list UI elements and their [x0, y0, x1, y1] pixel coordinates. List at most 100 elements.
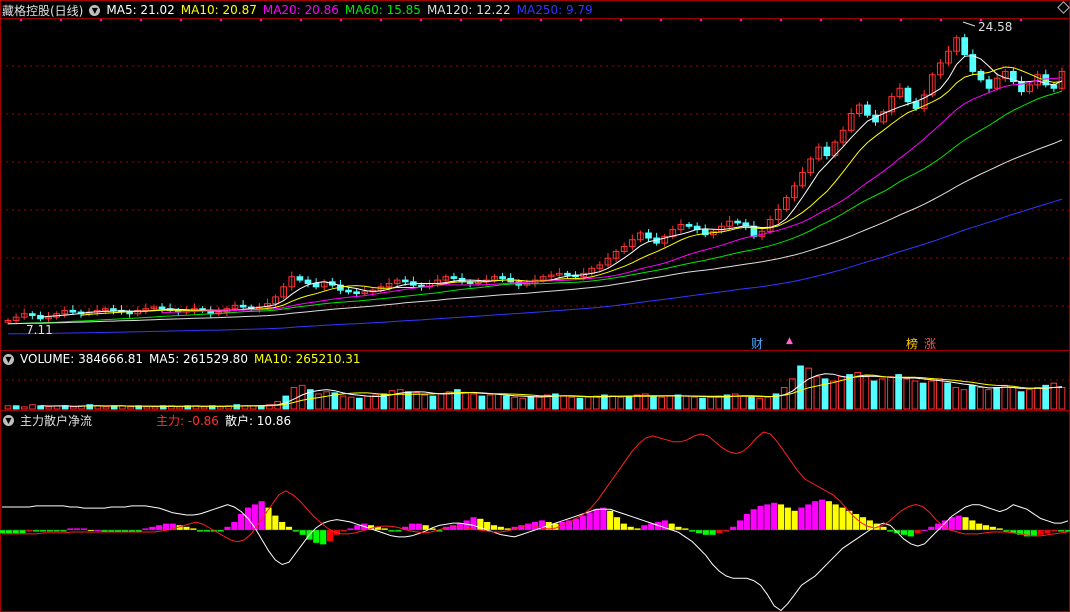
retail-label: 散户: 10.86: [224, 413, 292, 428]
volume-bar: [1025, 389, 1033, 410]
volume-bar: [944, 382, 951, 410]
volume-bar: [878, 378, 886, 410]
candle-body: [1018, 81, 1025, 93]
main-force-bar: [736, 520, 744, 530]
volume-bar: [217, 406, 224, 410]
main-force-bar: [989, 526, 996, 530]
price-header: 藏格控股(日线) ▼ MA5: 21.02 MA10: 20.87 MA20: 20…: [0, 2, 605, 18]
main-force-bar: [832, 504, 839, 530]
volume-bar: [470, 393, 478, 410]
volume-bar: [372, 394, 380, 410]
rank-marker[interactable]: 榜: [906, 335, 918, 352]
volume-bar: [829, 380, 837, 410]
volume-bar: [421, 394, 429, 410]
limit-up-marker[interactable]: 涨: [924, 335, 936, 352]
volume-bar: [1058, 387, 1066, 410]
calendar-dot: [580, 19, 582, 21]
volume-bar: [674, 394, 682, 410]
volume-bar: [1034, 387, 1041, 410]
up-marker[interactable]: ▲: [786, 336, 793, 346]
stock-chart[interactable]: [0, 0, 1070, 612]
volume-bar: [576, 397, 584, 410]
main-force-bar: [955, 515, 962, 530]
legend-label: VOLUME: 384666.81: [20, 352, 143, 366]
ma250-line: [7, 198, 1063, 335]
volume-bar: [1017, 391, 1025, 410]
main-force-bar: [716, 530, 723, 534]
volume-bar: [756, 397, 764, 410]
candle-body: [239, 304, 247, 308]
main-force-bar: [279, 522, 286, 530]
main-force-bar: [497, 526, 504, 530]
chevron-down-icon[interactable]: ▼: [89, 4, 101, 16]
finance-marker[interactable]: 财: [751, 335, 763, 352]
main-force-bar: [764, 504, 771, 530]
retail-flow-line: [2, 504, 1069, 612]
main-force-bar: [648, 523, 655, 530]
volume-bar: [486, 394, 494, 410]
volume-bar: [462, 392, 469, 410]
high-price-label: 24.58: [978, 20, 1013, 34]
main-force-bar: [238, 514, 245, 530]
legend-label: MA10: 20.87: [180, 3, 257, 17]
candle-body: [126, 311, 133, 315]
main-force-bar: [675, 526, 682, 530]
legend-label: MA250: 9.79: [516, 3, 593, 17]
main-force-bar: [982, 525, 990, 530]
volume-bar: [200, 406, 208, 410]
volume-bar: [952, 387, 960, 410]
main-force-bar: [272, 515, 279, 530]
calendar-dot: [380, 19, 382, 21]
calendar-dot: [1020, 19, 1022, 21]
main-force-bar: [743, 514, 750, 530]
volume-bar: [535, 395, 543, 410]
main-force-bar: [812, 501, 819, 530]
main-force-bar: [709, 530, 716, 535]
volume-bar: [968, 384, 976, 410]
candle-body: [312, 282, 320, 288]
high-pointer: [962, 21, 976, 27]
calendar-dot: [20, 19, 22, 21]
main-force-bar: [907, 530, 914, 537]
calendar-dot: [140, 19, 142, 21]
main-force-bar: [1037, 530, 1044, 535]
main-force-bar: [791, 510, 798, 530]
flow-title: 主力散户净流: [20, 413, 93, 428]
main-force-bar: [620, 523, 627, 530]
candle-body: [645, 232, 652, 239]
candle-body: [450, 276, 458, 279]
volume-bar: [233, 404, 241, 410]
main-force-bar: [572, 518, 580, 530]
volume-bar: [339, 395, 347, 410]
flow-header: ▼ 主力散户净流 主力: -0.86 散户: 10.86: [0, 412, 297, 428]
calendar-dot: [460, 19, 462, 21]
chevron-down-icon[interactable]: ▼: [3, 414, 14, 426]
volume-bar: [584, 396, 592, 410]
volume-bar: [666, 395, 674, 410]
main-force-bar: [784, 507, 791, 530]
candle-body: [353, 291, 360, 295]
chevron-down-icon[interactable]: ▼: [3, 353, 14, 365]
calendar-dot: [620, 19, 622, 21]
volume-bar: [1001, 384, 1009, 410]
candle-body: [110, 308, 117, 311]
candle-body: [685, 224, 693, 227]
stock-title[interactable]: 藏格控股(日线): [2, 2, 83, 19]
volume-bar: [903, 378, 911, 410]
volume-bar: [364, 395, 371, 410]
calendar-dot: [780, 19, 782, 21]
volume-bar: [29, 404, 36, 410]
volume-bar: [780, 387, 788, 410]
volume-bar: [609, 395, 616, 410]
volume-bar: [323, 391, 330, 410]
main-force-bar: [928, 526, 935, 530]
candle-body: [864, 104, 871, 116]
volume-bar: [740, 395, 747, 410]
volume-bar: [568, 396, 576, 410]
main-force-bar: [818, 499, 826, 530]
calendar-dot: [100, 19, 102, 21]
main-force-bar: [156, 525, 163, 530]
volume-bar: [650, 395, 657, 410]
volume-bar: [298, 384, 306, 410]
calendar-dot: [820, 19, 822, 21]
